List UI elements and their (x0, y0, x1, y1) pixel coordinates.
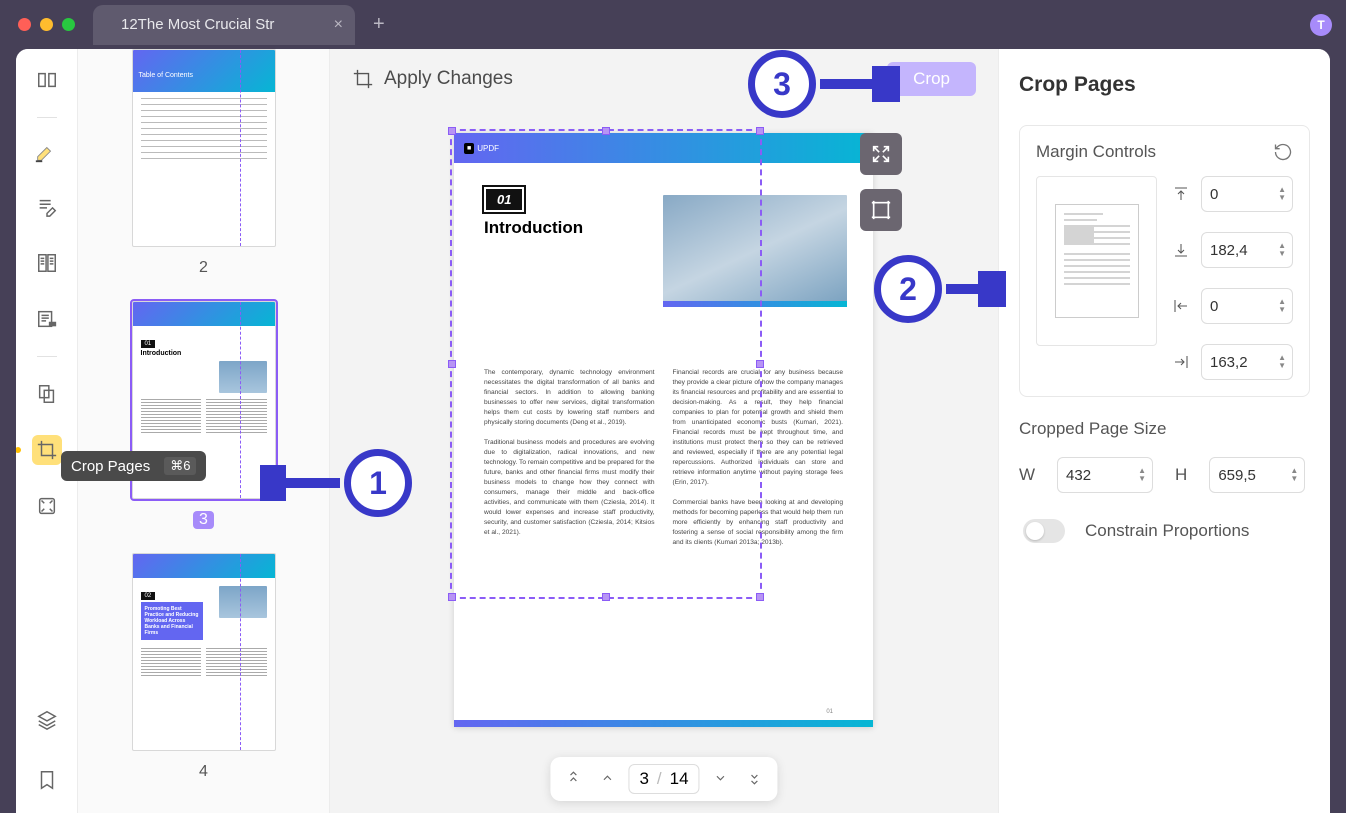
reader-icon[interactable] (32, 65, 62, 95)
margin-controls-label: Margin Controls (1036, 142, 1156, 162)
thumbnail-number: 4 (199, 763, 208, 781)
margin-left-icon (1171, 296, 1191, 316)
panel-title: Crop Pages (1019, 73, 1310, 97)
crop-pages-tooltip: Crop Pages ⌘6 (61, 451, 206, 481)
tool-rail (16, 49, 78, 813)
width-input[interactable]: 432▲▼ (1057, 457, 1153, 493)
margin-right-icon (1171, 352, 1191, 372)
cropped-size-label: Cropped Page Size (1019, 419, 1310, 439)
minimize-window-icon[interactable] (40, 18, 53, 31)
width-label: W (1019, 465, 1035, 485)
document-page: ■UPDF 01 Introduction The contemporary, … (454, 133, 873, 727)
canvas-tools (860, 133, 902, 231)
constrain-label: Constrain Proportions (1085, 521, 1249, 541)
redact-icon[interactable] (32, 304, 62, 334)
height-input[interactable]: 659,5▲▼ (1209, 457, 1305, 493)
margin-left-input[interactable]: 0▲▼ (1201, 288, 1293, 324)
close-window-icon[interactable] (18, 18, 31, 31)
window-controls (18, 18, 75, 31)
crop-button[interactable]: Crop (887, 62, 976, 96)
last-page-button[interactable] (742, 765, 768, 794)
height-label: H (1175, 465, 1187, 485)
margin-top-input[interactable]: 0▲▼ (1201, 176, 1293, 212)
titlebar: 12The Most Crucial Str × + T (0, 0, 1346, 49)
thumbnail-panel[interactable]: Table of Contents 2 01 Introduction (78, 49, 330, 813)
bookmark-icon[interactable] (32, 765, 62, 795)
page-canvas[interactable]: ■UPDF 01 Introduction The contemporary, … (330, 109, 998, 813)
first-page-button[interactable] (560, 765, 586, 794)
crop-box-button[interactable] (860, 189, 902, 231)
next-page-button[interactable] (708, 765, 734, 794)
margin-preview (1036, 176, 1157, 346)
callout-2: 2 (874, 255, 1006, 323)
margin-controls-section: Margin Controls 0▲▼ 182,4▲▼ 0▲▼ (1019, 125, 1310, 397)
thumbnail-page[interactable]: Table of Contents 2 (108, 49, 299, 277)
compress-icon[interactable] (32, 491, 62, 521)
margin-top-icon (1171, 184, 1191, 204)
organize-pages-icon[interactable] (32, 379, 62, 409)
thumbnail-number: 3 (193, 511, 214, 529)
page-field[interactable]: 3 / 14 (628, 764, 699, 794)
maximize-window-icon[interactable] (62, 18, 75, 31)
edit-text-icon[interactable] (32, 192, 62, 222)
prev-page-button[interactable] (594, 765, 620, 794)
app-window: Table of Contents 2 01 Introduction (16, 49, 1330, 813)
page-layout-icon[interactable] (32, 248, 62, 278)
margin-bottom-input[interactable]: 182,4▲▼ (1201, 232, 1293, 268)
layers-icon[interactable] (32, 705, 62, 735)
callout-1: 1 (260, 449, 412, 517)
new-tab-icon[interactable]: + (373, 13, 385, 36)
fit-page-button[interactable] (860, 133, 902, 175)
user-avatar[interactable]: T (1310, 14, 1332, 36)
highlighter-icon[interactable] (32, 140, 58, 166)
crop-panel: Crop Pages Margin Controls 0▲▼ (998, 49, 1330, 813)
crop-pages-icon[interactable] (32, 435, 62, 465)
page-navigator: 3 / 14 (550, 757, 777, 801)
tab-title: 12The Most Crucial Str (121, 16, 274, 33)
reset-icon[interactable] (1273, 142, 1293, 162)
thumbnail-page[interactable]: 02 Promoting Best Practice and Reducing … (108, 553, 299, 781)
margin-bottom-icon (1171, 240, 1191, 260)
apply-changes-label: Apply Changes (384, 68, 513, 90)
callout-3: 3 (748, 50, 900, 118)
crop-tool-icon (352, 68, 374, 90)
margin-right-input[interactable]: 163,2▲▼ (1201, 344, 1293, 380)
hero-image-placeholder (663, 195, 847, 307)
editor-canvas: Apply Changes Crop ■UPDF 01 Introduction… (330, 49, 998, 813)
thumbnail-number: 2 (199, 259, 208, 277)
document-tab[interactable]: 12The Most Crucial Str × (93, 5, 355, 45)
close-tab-icon[interactable]: × (334, 16, 343, 34)
constrain-toggle[interactable] (1023, 519, 1065, 543)
cropped-size-section: Cropped Page Size W 432▲▼ H 659,5▲▼ Cons… (1019, 419, 1310, 543)
